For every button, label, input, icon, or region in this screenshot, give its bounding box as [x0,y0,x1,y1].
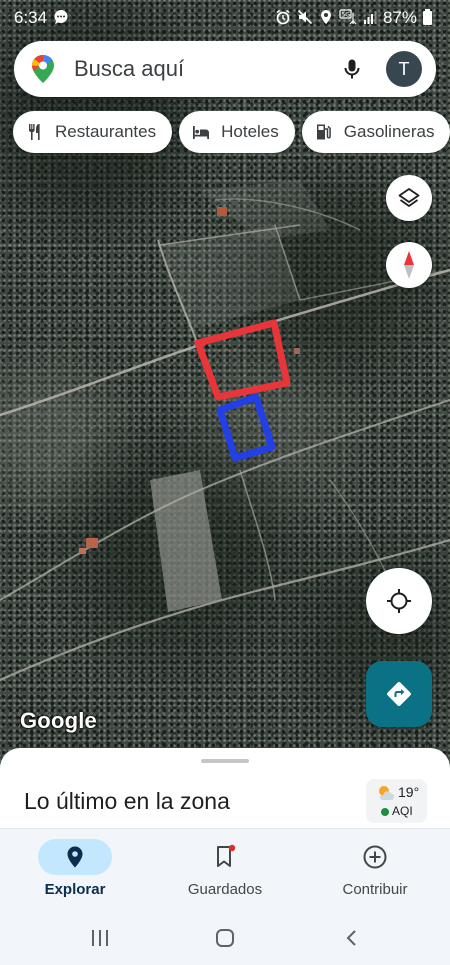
tab-label: Contribuir [342,881,408,898]
aqi-status-dot [381,808,389,816]
compass-icon [404,251,414,279]
back-button[interactable] [340,926,364,950]
tab-contribute[interactable]: Contribuir [300,829,450,911]
svg-text:5G: 5G [341,12,350,19]
explore-pin-icon [67,846,83,868]
tab-explore[interactable]: Explorar [0,829,150,911]
status-bar: 6:34 5G 87% [0,0,450,36]
hotel-icon [193,126,210,139]
network-5g-icon: 5G [339,9,357,27]
bottom-sheet[interactable]: Lo último en la zona 19° AQI [0,748,450,838]
weather-badge[interactable]: 19° AQI [366,779,427,823]
system-navigation-bar [0,910,450,965]
chat-notification-icon [53,9,69,27]
chip-restaurants[interactable]: Restaurantes [13,111,173,153]
battery-percentage: 87% [382,8,417,27]
signal-icon [363,10,377,26]
bookmark-icon [217,844,236,867]
category-chips: Restaurantes Hoteles Gasolineras [13,111,450,153]
chip-label: Hoteles [221,122,279,141]
directions-icon [387,682,411,706]
tab-saved[interactable]: Guardados [150,829,300,911]
tab-explore-indicator [38,839,112,875]
chip-hotels[interactable]: Hoteles [179,111,295,153]
recent-apps-button[interactable] [88,926,112,950]
layers-button[interactable] [386,175,432,221]
bottom-navigation: Explorar Guardados Contribuir [0,828,450,910]
add-circle-icon [363,845,387,869]
restaurant-icon [29,124,40,140]
chip-label: Restaurantes [55,122,157,141]
blue-plot-outline [216,393,276,462]
home-icon [216,929,234,947]
search-bar[interactable]: Busca aquí T [14,41,436,97]
sheet-title: Lo último en la zona [24,788,230,814]
tab-label: Explorar [44,881,106,898]
directions-button[interactable] [366,661,432,727]
mute-icon [297,9,313,27]
gas-station-icon [316,124,331,140]
battery-icon [423,9,432,25]
tab-contribute-indicator [338,839,412,875]
avatar-letter: T [398,58,410,79]
aqi-label: AQI [392,804,413,818]
chip-gas-stations[interactable]: Gasolineras [301,111,450,153]
map-attribution: Google [20,708,97,733]
my-location-button[interactable] [366,568,432,634]
search-input[interactable]: Busca aquí [74,56,340,82]
alarm-icon [275,9,291,27]
layers-icon [398,188,420,207]
status-time: 6:34 [14,8,48,27]
back-icon [346,930,356,946]
compass-button[interactable] [386,242,432,288]
weather-temperature: 19° [398,784,420,800]
tab-label: Guardados [187,881,263,898]
red-plot-outline [194,319,291,401]
recent-apps-icon [92,930,108,946]
sheet-drag-handle[interactable] [201,759,249,763]
chip-label: Gasolineras [343,122,435,141]
partly-cloudy-icon [379,786,395,800]
home-button[interactable] [213,926,237,950]
microphone-icon[interactable] [340,57,364,81]
my-location-icon [387,589,411,613]
avatar[interactable]: T [386,51,422,87]
tab-saved-indicator [188,839,262,875]
maps-logo-icon [32,55,54,83]
location-status-icon [319,9,333,27]
